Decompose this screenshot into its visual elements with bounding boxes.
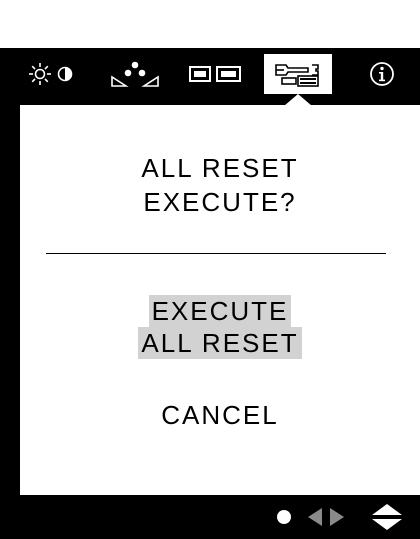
tab-brightness-contrast[interactable]	[20, 54, 84, 94]
up-down-hint	[370, 503, 404, 531]
execute-option-line2: ALL RESET	[138, 327, 302, 359]
up-down-arrows-icon	[372, 504, 402, 530]
info-icon	[370, 62, 394, 86]
cancel-option[interactable]: CANCEL	[20, 399, 420, 431]
left-right-hint	[304, 506, 352, 528]
dialog-title-line2: EXECUTE?	[143, 187, 297, 217]
brightness-contrast-icon	[29, 63, 73, 85]
top-margin	[0, 0, 420, 48]
dialog-title-line1: ALL RESET	[141, 153, 299, 183]
left-right-arrows-icon	[308, 508, 344, 526]
reset-dialog-panel: ALL RESET EXECUTE? EXECUTE ALL RESET CAN…	[20, 105, 420, 495]
select-dot-hint	[276, 506, 292, 528]
osd-menu: ALL RESET EXECUTE? EXECUTE ALL RESET CAN…	[12, 48, 420, 539]
tools-icon	[275, 64, 319, 87]
color-icon	[111, 61, 159, 87]
divider	[46, 253, 386, 254]
execute-all-reset-option[interactable]: EXECUTE ALL RESET	[20, 295, 420, 359]
dialog-title: ALL RESET EXECUTE?	[20, 151, 420, 219]
select-dot-icon	[277, 510, 291, 524]
tab-information[interactable]	[352, 54, 412, 94]
tab-screen[interactable]	[184, 54, 246, 94]
execute-option-line1: EXECUTE	[148, 295, 292, 327]
screen-size-icon	[189, 66, 241, 82]
tab-color[interactable]	[104, 54, 166, 94]
tab-tools[interactable]	[264, 54, 332, 94]
